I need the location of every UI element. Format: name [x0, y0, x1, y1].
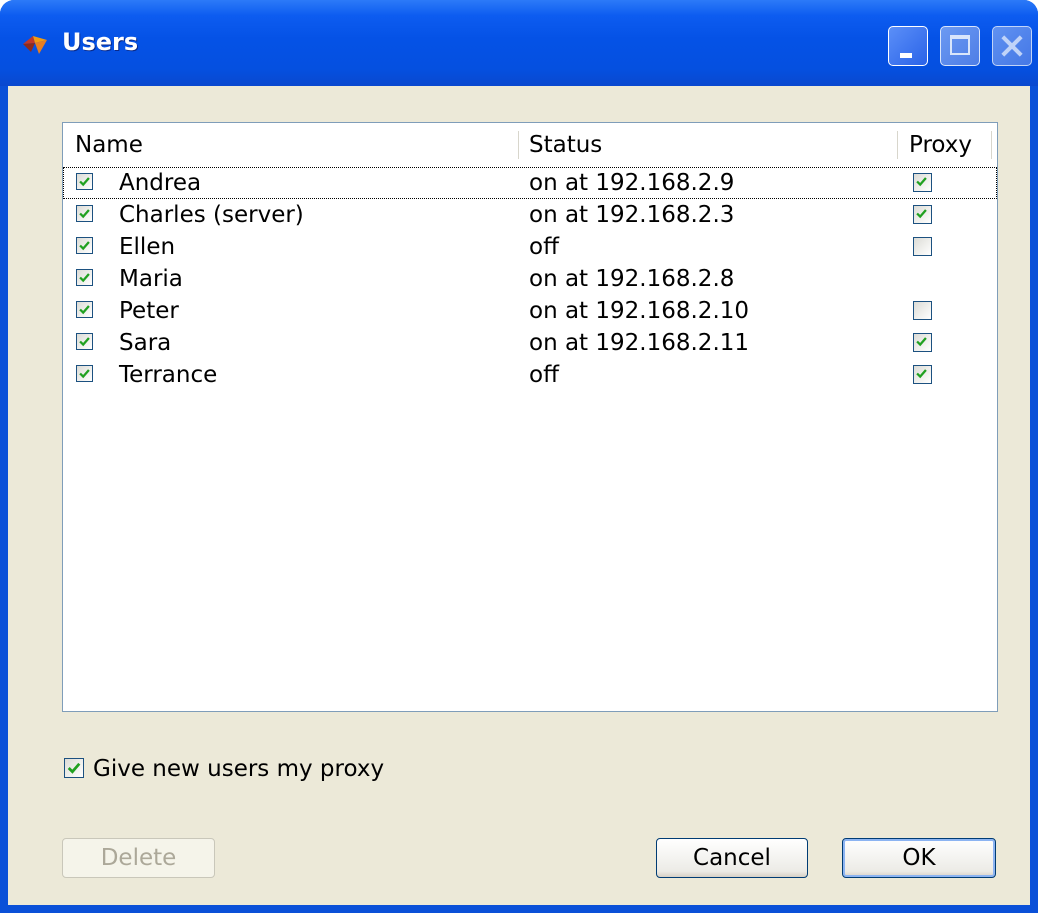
user-enabled-checkbox[interactable] [76, 365, 93, 382]
user-name: Charles (server) [119, 202, 304, 228]
window-title: Users [62, 28, 139, 56]
cancel-button[interactable]: Cancel [656, 838, 808, 878]
user-enabled-checkbox[interactable] [76, 173, 93, 190]
app-icon [23, 36, 47, 54]
close-icon[interactable] [992, 26, 1032, 66]
check-icon [916, 177, 927, 187]
users-list[interactable]: Name Status Proxy Andrea on at 192.168.2.… [62, 122, 998, 712]
table-row[interactable]: Maria on at 192.168.2.8 [63, 263, 997, 295]
user-enabled-checkbox[interactable] [76, 269, 93, 286]
user-status: off [529, 362, 559, 388]
proxy-checkbox[interactable] [913, 237, 932, 256]
check-icon [67, 762, 81, 774]
table-row[interactable]: Ellen off [63, 231, 997, 263]
user-name: Terrance [119, 362, 218, 388]
proxy-checkbox[interactable] [913, 173, 932, 192]
column-divider[interactable] [897, 131, 898, 159]
check-icon [916, 209, 927, 219]
table-row[interactable]: Charles (server) on at 192.168.2.3 [63, 199, 997, 231]
user-enabled-checkbox[interactable] [76, 333, 93, 350]
check-icon [916, 369, 927, 379]
minimize-icon[interactable] [888, 26, 928, 66]
maximize-icon[interactable] [940, 26, 980, 66]
users-window: Users Name Status Proxy Andrea on at 192.… [0, 0, 1038, 913]
column-header-status[interactable]: Status [529, 123, 602, 163]
user-status: off [529, 234, 559, 260]
user-name: Ellen [119, 234, 176, 260]
table-row[interactable]: Andrea on at 192.168.2.9 [63, 167, 997, 199]
dialog-client-area: Name Status Proxy Andrea on at 192.168.2.… [8, 86, 1030, 905]
user-status: on at 192.168.2.11 [529, 330, 750, 356]
proxy-checkbox[interactable] [913, 365, 932, 384]
user-enabled-checkbox[interactable] [76, 237, 93, 254]
title-bar[interactable]: Users [0, 0, 1038, 86]
list-header: Name Status Proxy [63, 123, 997, 165]
check-icon [79, 337, 90, 347]
proxy-checkbox[interactable] [913, 301, 932, 320]
column-header-name[interactable]: Name [75, 123, 143, 163]
user-status: on at 192.168.2.8 [529, 266, 735, 292]
proxy-checkbox[interactable] [913, 205, 932, 224]
user-enabled-checkbox[interactable] [76, 301, 93, 318]
check-icon [79, 177, 90, 187]
check-icon [79, 305, 90, 315]
table-row[interactable]: Peter on at 192.168.2.10 [63, 295, 997, 327]
check-icon [916, 337, 927, 347]
user-status: on at 192.168.2.3 [529, 202, 735, 228]
check-icon [79, 273, 90, 283]
delete-button[interactable]: Delete [62, 838, 215, 878]
check-icon [79, 209, 90, 219]
user-name: Sara [119, 330, 172, 356]
table-row[interactable]: Terrance off [63, 359, 997, 391]
check-icon [79, 369, 90, 379]
column-divider[interactable] [518, 131, 519, 159]
user-enabled-checkbox[interactable] [76, 205, 93, 222]
give-new-users-proxy-label: Give new users my proxy [93, 756, 385, 782]
user-name: Maria [119, 266, 183, 292]
table-row[interactable]: Sara on at 192.168.2.11 [63, 327, 997, 359]
check-icon [79, 241, 90, 251]
user-status: on at 192.168.2.9 [529, 170, 735, 196]
proxy-checkbox[interactable] [913, 333, 932, 352]
user-status: on at 192.168.2.10 [529, 298, 750, 324]
give-new-users-proxy-checkbox[interactable] [64, 758, 84, 778]
user-name: Peter [119, 298, 179, 324]
user-name: Andrea [119, 170, 202, 196]
column-divider[interactable] [991, 131, 992, 159]
column-header-proxy[interactable]: Proxy [909, 123, 972, 163]
ok-button[interactable]: OK [842, 838, 996, 878]
